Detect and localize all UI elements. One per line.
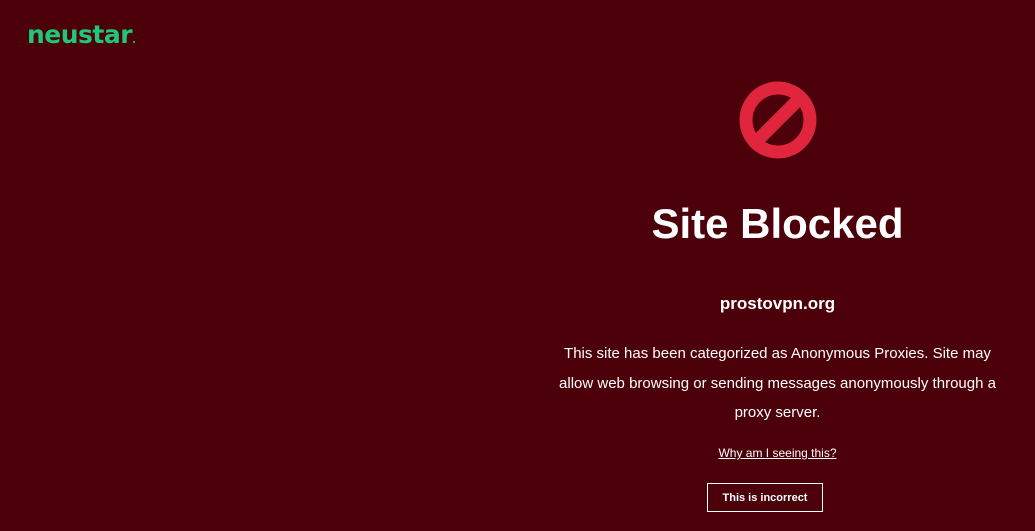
why-am-i-seeing-this-link[interactable]: Why am I seeing this? bbox=[718, 446, 836, 460]
logo-text: neustar bbox=[27, 20, 133, 49]
block-panel: Site Blocked prostovpn.org This site has… bbox=[520, 0, 1035, 531]
blocked-domain: prostovpn.org bbox=[719, 294, 836, 313]
page-title: Site Blocked bbox=[651, 200, 904, 247]
prohibited-icon bbox=[739, 81, 817, 159]
logo-dot: . bbox=[132, 35, 136, 46]
why-link-container: Why am I seeing this? bbox=[520, 445, 1035, 461]
block-description: This site has been categorized as Anonym… bbox=[559, 345, 996, 421]
this-is-incorrect-button[interactable]: This is incorrect bbox=[707, 483, 823, 512]
neustar-logo: neustar. bbox=[27, 20, 136, 49]
